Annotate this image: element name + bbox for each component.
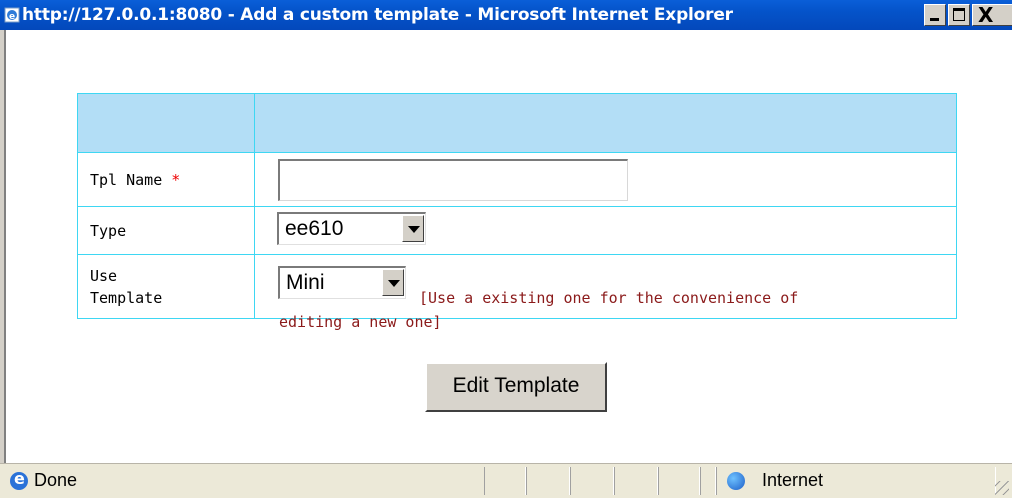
- use-template-label-cell: Use Template: [77, 254, 255, 319]
- hint-line-1: [Use a existing one for the convenience …: [419, 289, 799, 307]
- use-template-label-line2: Template: [90, 288, 163, 307]
- type-select[interactable]: ee610: [277, 212, 426, 245]
- ie-page-icon: e: [4, 7, 20, 23]
- svg-text:e: e: [9, 12, 15, 22]
- type-dropdown-button[interactable]: [402, 215, 424, 242]
- status-bar: Done Internet: [0, 463, 1012, 498]
- edit-template-button[interactable]: Edit Template: [425, 362, 607, 412]
- dropdown-arrow-icon: [388, 280, 400, 287]
- status-pane: [484, 467, 526, 495]
- title-bar[interactable]: e http://127.0.0.1:8080 - Add a custom t…: [0, 0, 1012, 30]
- use-template-select-value: Mini: [286, 271, 325, 294]
- status-pane: [614, 467, 658, 495]
- zone-pane: [716, 467, 996, 495]
- zone-text: Internet: [762, 470, 824, 490]
- status-pane: [526, 467, 570, 495]
- close-icon: X: [978, 3, 994, 27]
- minimize-icon: [930, 18, 939, 21]
- tpl-name-label-cell: Tpl Name *: [77, 152, 255, 207]
- minimize-button[interactable]: [924, 4, 946, 26]
- type-label: Type: [77, 206, 255, 255]
- ie-status-icon: [10, 469, 28, 490]
- use-template-hint: [Use a existing one for the convenience …: [279, 286, 949, 334]
- use-template-select[interactable]: Mini: [278, 266, 406, 299]
- status-pane: [658, 467, 700, 495]
- type-select-value: ee610: [285, 217, 344, 240]
- close-button[interactable]: X: [972, 4, 1012, 26]
- status-pane: [700, 467, 716, 495]
- internet-zone-icon: [727, 472, 745, 490]
- window-title: http://127.0.0.1:8080 - Add a custom tem…: [22, 5, 733, 25]
- status-text: Done: [34, 470, 78, 490]
- dropdown-arrow-icon: [408, 226, 420, 233]
- use-template-label-line1: Use: [90, 266, 118, 285]
- maximize-button[interactable]: [948, 4, 970, 26]
- table-header-row: [77, 93, 957, 153]
- status-pane: [570, 467, 614, 495]
- tpl-name-label: Tpl Name: [90, 170, 163, 189]
- header-cell-left: [77, 93, 255, 153]
- header-cell-right: [254, 93, 957, 153]
- hint-line-2: editing a new one]: [279, 313, 442, 331]
- required-marker: *: [171, 170, 181, 189]
- resize-grip-icon[interactable]: [995, 481, 1009, 495]
- row-type: Type: [77, 206, 957, 255]
- maximize-icon: [953, 8, 965, 21]
- use-template-dropdown-button[interactable]: [382, 269, 404, 296]
- tpl-name-input[interactable]: [278, 159, 628, 201]
